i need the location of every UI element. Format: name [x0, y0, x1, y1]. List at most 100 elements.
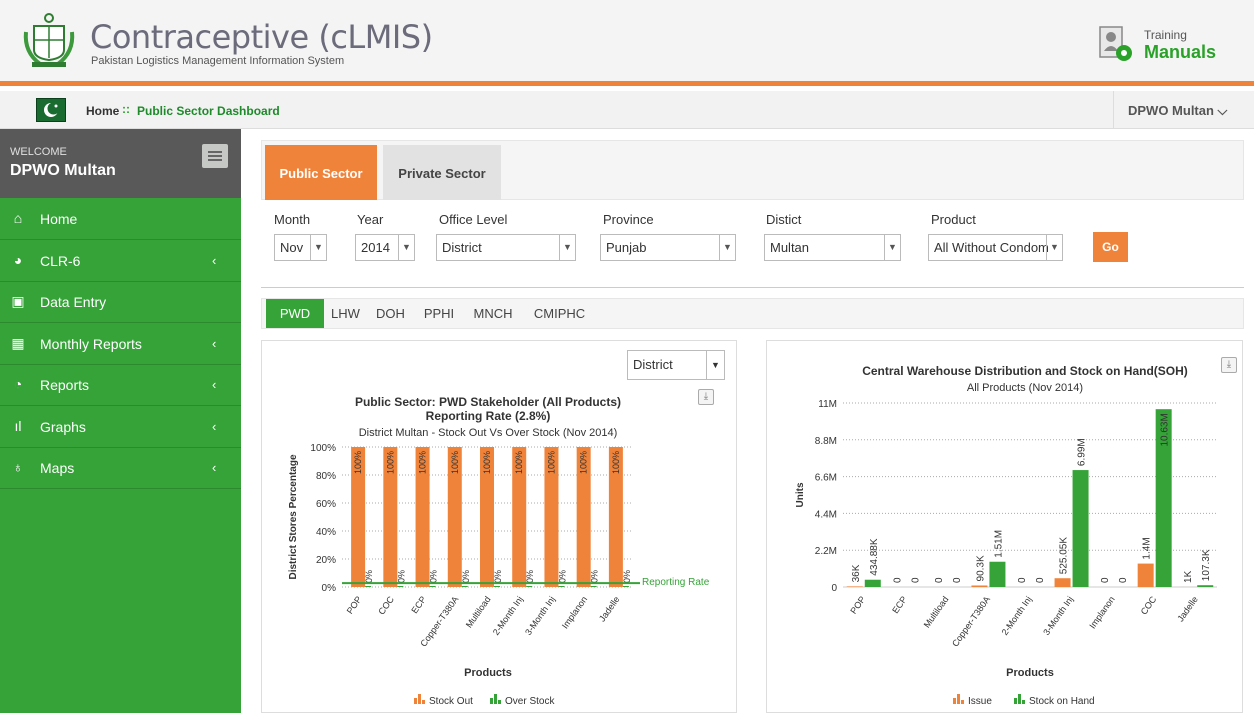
tab-pwd[interactable]: PWD	[266, 299, 324, 328]
bar-over-stock	[558, 586, 565, 587]
y-tick-label: 11M	[818, 399, 837, 410]
sidebar-item-label: Home	[40, 211, 78, 227]
legend-swatch	[498, 700, 501, 704]
app-subtitle: Pakistan Logistics Management Informatio…	[91, 55, 345, 67]
map-pin-icon: ♁	[12, 459, 24, 475]
data-label: 0	[952, 577, 963, 583]
chevron-down-icon: ▼	[559, 235, 575, 260]
breadcrumb-separator: ::	[122, 102, 130, 116]
legend-label: Issue	[968, 696, 992, 707]
y-tick-label: 8.8M	[815, 436, 837, 447]
product-select[interactable]: All Without Condom ▼	[928, 234, 1063, 261]
year-select[interactable]: 2014 ▼	[355, 234, 415, 261]
bar-stock-on-hand	[989, 561, 1006, 587]
data-label: 1.4M	[1142, 537, 1153, 559]
pakistan-emblem-logo	[20, 12, 78, 70]
bar-issue	[846, 586, 863, 587]
province-select[interactable]: Punjab ▼	[600, 234, 736, 261]
breadcrumb-bar: Home :: Public Sector Dashboard DPWO Mul…	[0, 91, 1254, 129]
x-tick-label: 3-Month Inj	[1041, 594, 1075, 637]
y-tick-label: 2.2M	[815, 546, 837, 557]
breadcrumb-current: Public Sector Dashboard	[137, 104, 280, 118]
x-tick-label: POP	[345, 594, 364, 615]
bar-over-stock	[622, 586, 629, 587]
x-tick-label: ECP	[409, 594, 428, 615]
legend-swatch	[494, 694, 497, 704]
office-level-select[interactable]: District ▼	[436, 234, 576, 261]
chart-subtitle: All Products (Nov 2014)	[967, 382, 1083, 394]
sidebar-item-maps[interactable]: ♁ Maps ‹	[0, 447, 241, 489]
training-manuals-link[interactable]: Training Manuals	[1096, 22, 1226, 68]
user-menu-dropdown[interactable]: DPWO Multan ⌵	[1113, 91, 1254, 129]
sidebar-item-reports[interactable]: ◔ Reports ‹	[0, 364, 241, 406]
tab-mnch[interactable]: MNCH	[464, 299, 522, 328]
data-label: 525.05K	[1059, 537, 1070, 575]
tab-public-sector[interactable]: Public Sector	[265, 145, 377, 200]
year-label: Year	[357, 212, 384, 227]
bar-stock-on-hand	[864, 579, 881, 587]
data-label: 0	[934, 577, 945, 583]
tab-cmiphc[interactable]: CMIPHC	[522, 299, 597, 328]
x-tick-label: 3-Month Inj	[523, 594, 557, 637]
welcome-box: WELCOME DPWO Multan	[0, 129, 241, 198]
legend-swatch	[961, 700, 964, 704]
x-tick-label: ECP	[890, 594, 909, 615]
data-label: 100%	[353, 451, 363, 474]
legend-swatch	[418, 694, 421, 704]
chevron-down-icon: ▼	[398, 235, 414, 260]
chart-title: Public Sector: PWD Stakeholder (All Prod…	[355, 395, 621, 409]
calendar-icon: ▦	[11, 334, 25, 351]
tab-doh[interactable]: DOH	[367, 299, 414, 328]
legend-swatch	[957, 694, 960, 704]
chevron-down-icon: ▼	[310, 235, 326, 260]
y-tick-label: 0%	[322, 583, 337, 594]
sidebar-item-data-entry[interactable]: ▣ Data Entry	[0, 281, 241, 323]
tab-private-sector[interactable]: Private Sector	[383, 145, 501, 200]
sidebar-item-label: Maps	[40, 460, 75, 476]
pie-chart-icon: ◔	[13, 376, 23, 392]
data-label: 0%	[493, 570, 503, 583]
x-axis-label: Products	[1006, 667, 1054, 679]
data-label: 100%	[450, 451, 460, 474]
data-label: 0%	[525, 570, 535, 583]
welcome-label: WELCOME	[10, 146, 67, 158]
month-select[interactable]: Nov ▼	[274, 234, 327, 261]
bar-over-stock	[365, 586, 372, 587]
breadcrumb-home-link[interactable]: Home	[86, 104, 119, 118]
sidebar-item-home[interactable]: ⌂ Home	[0, 198, 241, 240]
data-label: 1.51M	[993, 530, 1004, 558]
sidebar-item-graphs[interactable]: ıl Graphs ‹	[0, 406, 241, 448]
divider	[261, 287, 1244, 288]
chart-subtitle: District Multan - Stock Out Vs Over Stoc…	[359, 427, 618, 439]
sidebar-item-monthly-reports[interactable]: ▦ Monthly Reports ‹	[0, 323, 241, 365]
x-tick-label: COC	[1139, 594, 1159, 617]
sidebar-item-clr-6[interactable]: ◕ CLR-6 ‹	[0, 240, 241, 282]
x-tick-label: Multiload	[464, 594, 493, 629]
chevron-down-icon: ▼	[884, 235, 900, 260]
bar-issue	[971, 585, 988, 587]
chevron-left-icon: ‹	[212, 252, 217, 268]
data-label: 0%	[429, 570, 439, 583]
district-select[interactable]: Multan ▼	[764, 234, 901, 261]
x-tick-label: 2-Month Inj	[491, 594, 525, 637]
y-tick-label: 20%	[316, 555, 336, 566]
legend-swatch	[1014, 698, 1017, 704]
chevron-left-icon: ‹	[212, 460, 217, 475]
y-tick-label: 100%	[310, 443, 336, 454]
y-tick-label: 80%	[316, 471, 336, 482]
go-button[interactable]: Go	[1093, 232, 1128, 262]
tab-pphi[interactable]: PPHI	[414, 299, 464, 328]
stockout-chart: Public Sector: PWD Stakeholder (All Prod…	[288, 395, 710, 707]
stockout-chart-panel: District ▼ ⤓ Public Sector: PWD Stakehold…	[261, 340, 737, 713]
x-tick-label: POP	[848, 594, 867, 615]
data-label: 90.3K	[975, 555, 986, 581]
sidebar-item-label: Data Entry	[40, 294, 107, 310]
tab-lhw[interactable]: LHW	[324, 299, 367, 328]
menu-toggle-icon[interactable]	[202, 144, 228, 168]
bar-over-stock	[461, 586, 468, 587]
training-label: Training	[1144, 28, 1187, 42]
main-content: Public Sector Private Sector Month Nov ▼ …	[261, 140, 1244, 713]
y-axis-label: Units	[795, 482, 806, 507]
bar-stock-on-hand	[1072, 470, 1089, 587]
chevron-left-icon: ‹	[212, 418, 217, 434]
